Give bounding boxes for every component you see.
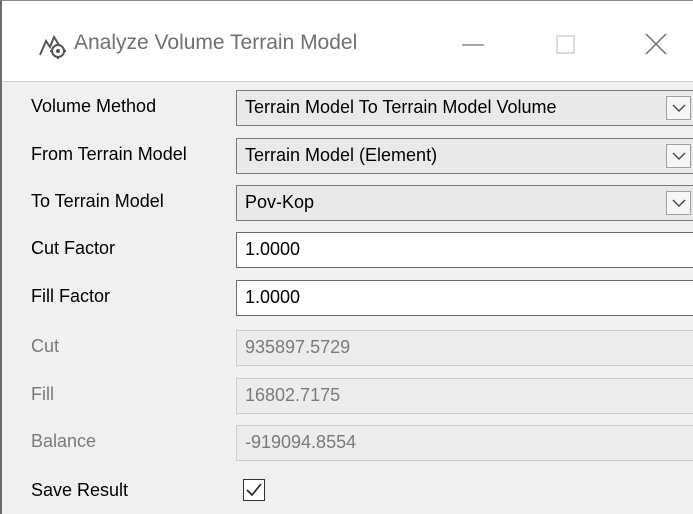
volume-method-label: Volume Method: [31, 96, 157, 116]
balance-output: -919094.8554: [236, 425, 693, 461]
chevron-down-icon: [672, 104, 686, 112]
chevron-down-icon: [672, 152, 686, 160]
balance-value: -919094.8554: [245, 432, 357, 452]
close-icon: [645, 33, 667, 55]
title-separator: [2, 81, 693, 82]
cut-value: 935897.5729: [245, 337, 351, 357]
from-terrain-model-row: From Terrain Model Terrain Model (Elemen…: [2, 138, 693, 174]
fill-value: 16802.7175: [245, 385, 341, 405]
chevron-down-icon: [672, 199, 686, 207]
volume-method-dropdown-button[interactable]: [666, 96, 691, 120]
volume-method-select[interactable]: Terrain Model To Terrain Model Volume: [236, 90, 693, 126]
minimize-button[interactable]: [450, 23, 496, 67]
save-result-row: Save Result: [2, 474, 693, 510]
cut-label: Cut: [31, 336, 60, 356]
from-terrain-model-select[interactable]: Terrain Model (Element): [236, 138, 693, 174]
fill-factor-value: 1.0000: [245, 287, 301, 307]
fill-row: Fill 16802.7175: [2, 378, 693, 414]
fill-factor-row: Fill Factor 1.0000: [2, 280, 693, 316]
cut-factor-input[interactable]: 1.0000: [236, 232, 693, 268]
volume-method-value: Terrain Model To Terrain Model Volume: [245, 97, 557, 117]
cut-factor-value: 1.0000: [245, 239, 301, 259]
to-terrain-model-select[interactable]: Pov-Kop: [236, 185, 693, 221]
save-result-checkbox[interactable]: [243, 479, 265, 501]
checkmark-icon: [246, 483, 262, 497]
fill-label: Fill: [31, 384, 54, 404]
cut-factor-label: Cut Factor: [31, 238, 116, 258]
to-terrain-model-value: Pov-Kop: [245, 192, 315, 212]
minimize-icon: [462, 44, 484, 46]
to-terrain-model-label: To Terrain Model: [31, 191, 164, 211]
fill-factor-label: Fill Factor: [31, 286, 111, 306]
close-button[interactable]: [634, 23, 680, 67]
save-result-label: Save Result: [31, 480, 129, 500]
fill-factor-input[interactable]: 1.0000: [236, 280, 693, 316]
maximize-icon: [556, 35, 575, 54]
from-terrain-model-dropdown-button[interactable]: [666, 144, 691, 168]
analyze-volume-dialog: Analyze Volume Terrain Model Volume Meth…: [0, 0, 693, 514]
cut-row: Cut 935897.5729: [2, 330, 693, 366]
maximize-button[interactable]: [543, 23, 589, 67]
from-terrain-model-value: Terrain Model (Element): [245, 145, 438, 165]
cut-output: 935897.5729: [236, 330, 693, 366]
from-terrain-model-label: From Terrain Model: [31, 144, 187, 164]
balance-label: Balance: [31, 431, 97, 451]
cut-factor-row: Cut Factor 1.0000: [2, 232, 693, 268]
to-terrain-model-dropdown-button[interactable]: [666, 191, 691, 215]
volume-method-row: Volume Method Terrain Model To Terrain M…: [2, 90, 693, 126]
fill-output: 16802.7175: [236, 378, 693, 414]
balance-row: Balance -919094.8554: [2, 425, 693, 461]
window-title: Analyze Volume Terrain Model: [74, 31, 358, 54]
terrain-tool-icon: [37, 31, 67, 61]
to-terrain-model-row: To Terrain Model Pov-Kop: [2, 185, 693, 221]
title-bar[interactable]: Analyze Volume Terrain Model: [2, 1, 693, 81]
